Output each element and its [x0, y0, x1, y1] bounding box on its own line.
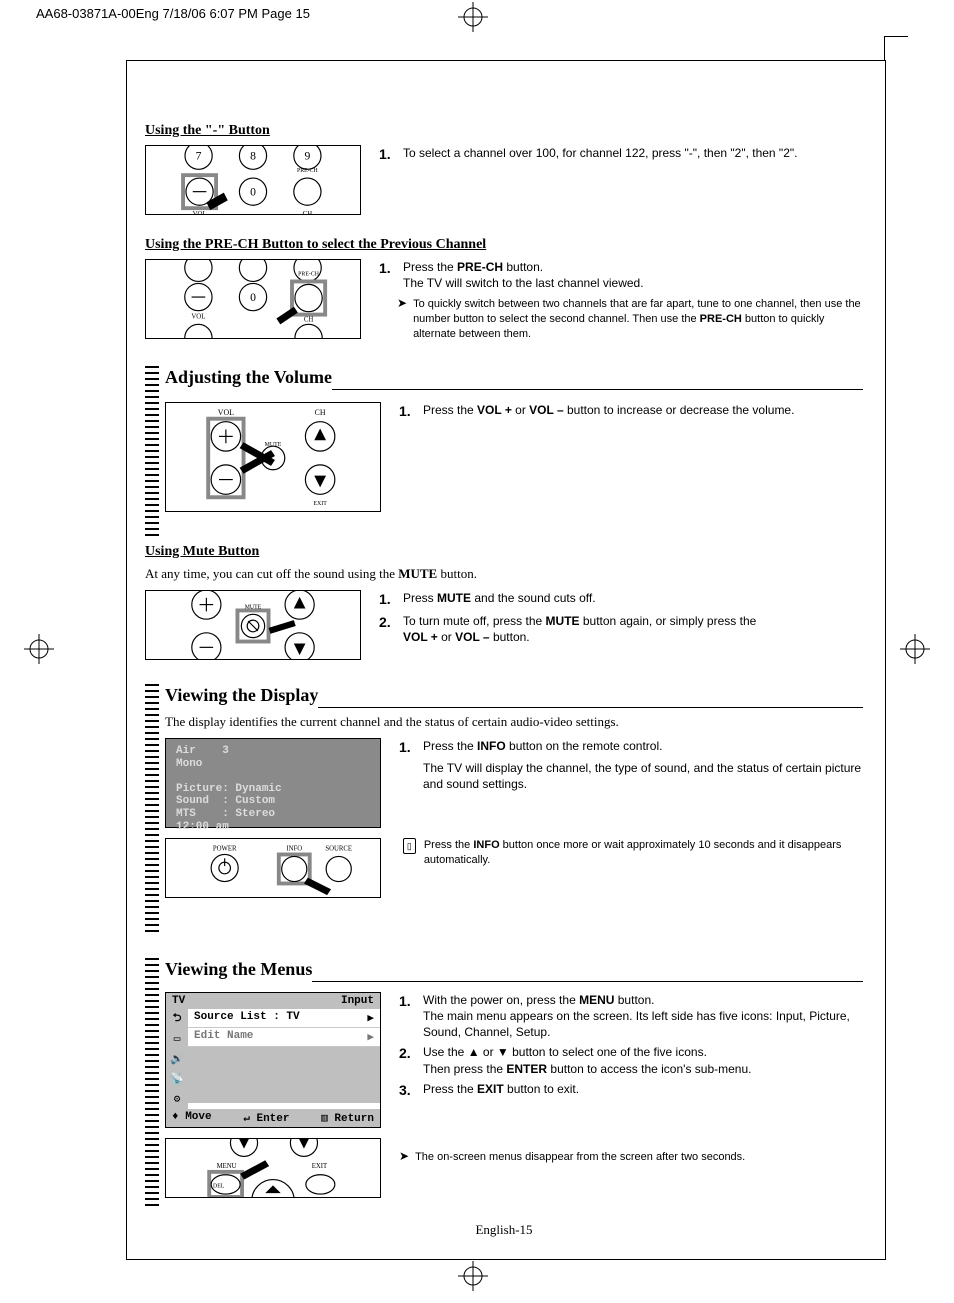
menu-footer-return: ▥ Return	[321, 1111, 374, 1125]
menu-setup-icon: ⚙	[169, 1092, 185, 1106]
svg-text:CH: CH	[303, 211, 313, 214]
remote-figure-mute: MUTE	[145, 590, 361, 660]
heading-rule	[312, 960, 863, 982]
dash-step-1: 1. To select a channel over 100, for cha…	[379, 145, 863, 164]
menus-step-3: 3. Press the EXIT button to exit.	[399, 1081, 863, 1100]
heading-menus: Viewing the Menus	[165, 959, 312, 982]
svg-text:7: 7	[196, 150, 202, 163]
mute-step-2: 2. To turn mute off, press the MUTE butt…	[379, 613, 863, 645]
menu-item-edit-name: Edit Name▶	[188, 1028, 380, 1047]
svg-text:9: 9	[304, 150, 310, 163]
svg-text:MUTE: MUTE	[245, 604, 262, 610]
menu-footer-enter: ↵ Enter	[243, 1111, 289, 1125]
svg-text:PRE-CH: PRE-CH	[297, 168, 318, 174]
section-sidebar-icon	[145, 958, 159, 1208]
svg-text:MUTE: MUTE	[265, 442, 282, 448]
remote-figure-dash: 7 8 9 0 PRE-CH VOL CH	[145, 145, 361, 215]
menu-sound-icon: 🔊	[169, 1052, 185, 1066]
heading-mute: Using Mute Button	[145, 544, 863, 560]
svg-text:VOL: VOL	[191, 314, 205, 321]
mute-intro: At any time, you can cut off the sound u…	[145, 566, 863, 582]
heading-volume: Adjusting the Volume	[165, 367, 332, 390]
osd-info-display: Air 3 Mono Picture: Dynamic Sound : Cust…	[165, 738, 381, 828]
svg-text:VOL: VOL	[193, 211, 207, 214]
note-arrow-icon: ➤	[399, 1150, 409, 1165]
menus-note: ➤ The on-screen menus disappear from the…	[399, 1150, 863, 1165]
heading-rule	[332, 368, 863, 390]
svg-text:MENU: MENU	[217, 1163, 237, 1170]
svg-text:EXIT: EXIT	[312, 1163, 328, 1170]
remote-figure-info: POWER INFO SOURCE	[165, 838, 381, 898]
display-intro: The display identifies the current chann…	[165, 714, 863, 730]
svg-text:SOURCE: SOURCE	[325, 846, 352, 853]
registration-mark-top	[458, 2, 488, 32]
menus-step-1: 1. With the power on, press the MENU but…	[399, 992, 863, 1041]
menu-title-left: TV	[172, 995, 185, 1007]
prech-step-1: 1. Press the PRE-CH button. The TV will …	[379, 259, 863, 291]
registration-mark-right	[900, 634, 930, 664]
svg-text:CH: CH	[304, 316, 314, 323]
osd-menu: TV Input ⮌ ▭ 🔊 📡 ⚙ Sourc	[165, 992, 381, 1128]
remote-figure-prech: 0 PRE-CH VOL CH	[145, 259, 361, 339]
menu-input-icon: ⮌	[169, 1012, 185, 1026]
remote-figure-volume: VOL CH MUTE EXIT	[165, 402, 381, 512]
section-sidebar-icon	[145, 684, 159, 934]
svg-text:8: 8	[250, 150, 256, 163]
svg-text:POWER: POWER	[213, 846, 237, 853]
page-frame: Using the "-" Button 7 8 9 0 PRE-CH VOL …	[126, 60, 886, 1260]
mute-step-1: 1. Press MUTE and the sound cuts off.	[379, 590, 863, 609]
heading-prech: Using the PRE-CH Button to select the Pr…	[145, 237, 863, 253]
menu-channel-icon: 📡	[169, 1072, 185, 1086]
registration-mark-bottom	[458, 1261, 488, 1291]
svg-text:0: 0	[250, 186, 256, 199]
heading-rule	[318, 686, 863, 708]
menus-step-2: 2. Use the ▲ or ▼ button to select one o…	[399, 1044, 863, 1076]
registration-mark-left	[24, 634, 54, 664]
svg-text:INFO: INFO	[286, 846, 302, 853]
display-step-1: 1. Press the INFO button on the remote c…	[399, 738, 863, 793]
menu-title-right: Input	[341, 995, 374, 1007]
svg-text:DEL: DEL	[213, 1183, 225, 1189]
prech-note: ➤ To quickly switch between two channels…	[379, 297, 863, 342]
svg-text:PRE-CH: PRE-CH	[298, 272, 320, 278]
heading-display: Viewing the Display	[165, 685, 318, 708]
display-note: ▯ Press the INFO button once more or wai…	[403, 838, 863, 868]
page-number: English-15	[145, 1222, 863, 1238]
section-sidebar-icon	[145, 366, 159, 536]
svg-text:CH: CH	[315, 408, 326, 417]
print-mark: AA68-03871A-00Eng 7/18/06 6:07 PM Page 1…	[36, 6, 310, 21]
menu-footer-move: ♦ Move	[172, 1111, 212, 1125]
remote-figure-menu: MENU EXIT DEL	[165, 1138, 381, 1198]
note-arrow-icon: ➤	[397, 297, 407, 342]
svg-text:EXIT: EXIT	[313, 501, 327, 507]
heading-dash-button: Using the "-" Button	[145, 123, 863, 139]
remote-glyph-icon: ▯	[403, 838, 416, 854]
menu-item-source-list: Source List : TV▶	[188, 1009, 380, 1028]
svg-text:VOL: VOL	[218, 408, 234, 417]
volume-step-1: 1. Press the VOL + or VOL – button to in…	[399, 402, 863, 421]
menu-picture-icon: ▭	[169, 1032, 185, 1046]
crop-mark	[866, 18, 908, 60]
svg-text:0: 0	[250, 291, 256, 304]
